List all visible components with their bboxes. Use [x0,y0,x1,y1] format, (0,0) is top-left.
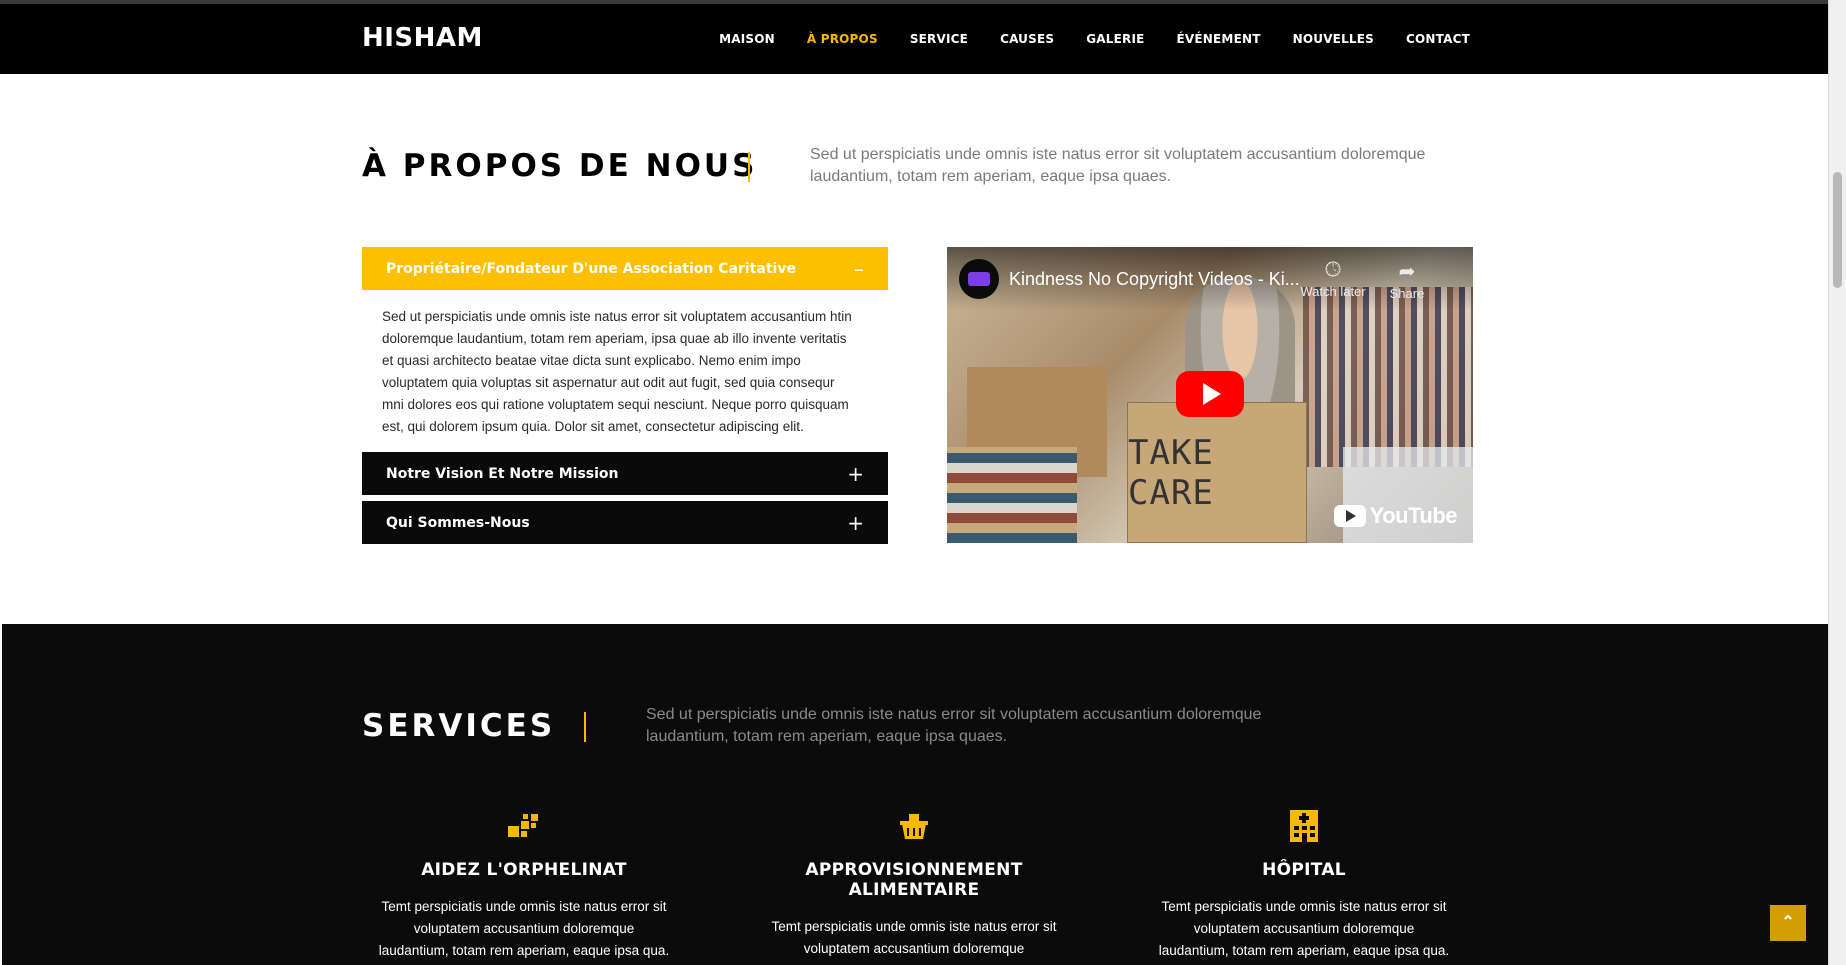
accordion-title: Qui Sommes-Nous [386,514,530,531]
play-icon [1203,383,1221,405]
nav-item-contact[interactable]: CONTACT [1406,32,1470,46]
expand-icon[interactable]: + [847,464,864,484]
site-logo[interactable]: HISHAM [362,23,483,53]
hospital-icon [1290,810,1318,842]
service-card-orphanage: AIDEZ L'ORPHELINAT Temt perspiciatis und… [364,806,684,962]
accordion-header-vision[interactable]: Notre Vision Et Notre Mission + [362,452,888,495]
food-basket-icon [900,814,928,839]
video-embed[interactable]: TAKE CARE Kindness No Copyright Videos -… [947,247,1473,543]
service-title: APPROVISIONNEMENT ALIMENTAIRE [805,860,1023,900]
accordion-item-who: Qui Sommes-Nous + [362,501,888,544]
clock-icon: 🕓︎ [1325,259,1341,281]
service-card-food: APPROVISIONNEMENT ALIMENTAIRE Temt persp… [754,806,1074,965]
service-text: Temt perspiciatis unde omnis iste natus … [1158,899,1450,958]
accordion-title: Propriétaire/Fondateur D'une Association… [386,260,796,277]
share-icon: ➦ [1398,261,1416,283]
main-nav: MAISON À PROPOS SERVICE CAUSES GALERIE É… [687,32,1470,46]
about-lead: Sed ut perspiciatis unde omnis iste natu… [810,146,1426,185]
accordion-header-founder[interactable]: Propriétaire/Fondateur D'une Association… [362,247,888,290]
nav-item-a-propos[interactable]: À PROPOS [807,32,878,46]
accordion-body: Sed ut perspiciatis unde omnis iste natu… [382,309,852,434]
accordion-item-vision: Notre Vision Et Notre Mission + [362,452,888,495]
channel-avatar[interactable] [959,259,999,299]
nav-item-evenement[interactable]: ÉVÉNEMENT [1177,32,1261,46]
service-card-hospital: HÔPITAL Temt perspiciatis unde omnis ist… [1144,806,1464,962]
accordion-item-founder: Propriétaire/Fondateur D'une Association… [362,247,888,452]
accordion-title: Notre Vision Et Notre Mission [386,465,619,482]
video-title[interactable]: Kindness No Copyright Videos - Ki... [1009,269,1300,290]
share-label: Share [1389,286,1425,301]
youtube-logo[interactable]: YouTube [1333,503,1458,529]
back-to-top-button[interactable]: ⌃ [1770,905,1806,941]
watch-later-button[interactable]: 🕓︎ Watch later [1293,259,1373,299]
play-button[interactable] [1176,371,1244,417]
page: HISHAM MAISON À PROPOS SERVICE CAUSES GA… [0,0,1846,965]
collapse-icon[interactable]: – [854,259,864,279]
chevron-up-icon: ⌃ [1781,914,1795,931]
services-lead: Sed ut perspiciatis unde omnis iste natu… [646,706,1262,745]
video-scene-clothes-pile [947,447,1077,543]
services-title: SERVICES [362,708,556,744]
youtube-icon [1333,505,1366,527]
expand-icon[interactable]: + [847,513,864,533]
about-section: À PROPOS DE NOUS Sed ut perspiciatis und… [2,74,1828,624]
title-divider [584,712,586,742]
service-title: AIDEZ L'ORPHELINAT [421,860,627,880]
nav-item-maison[interactable]: MAISON [719,32,775,46]
channel-logo-icon [968,272,990,286]
share-button[interactable]: ➦ Share [1367,259,1447,301]
services-section: SERVICES Sed ut perspiciatis unde omnis … [2,624,1828,965]
service-title: HÔPITAL [1262,860,1346,880]
video-scene-sign: TAKE CARE [1127,402,1307,543]
nav-item-galerie[interactable]: GALERIE [1086,32,1144,46]
nav-item-service[interactable]: SERVICE [910,32,968,46]
orphanage-icon [508,814,538,837]
accordion-header-who[interactable]: Qui Sommes-Nous + [362,501,888,544]
service-text: Temt perspiciatis unde omnis iste natus … [769,919,1059,965]
youtube-wordmark: YouTube [1369,503,1458,528]
page-scrollbar[interactable] [1828,0,1846,965]
video-scene-clothes-rack [1303,287,1473,467]
about-title: À PROPOS DE NOUS [362,148,758,184]
sign-text: TAKE CARE [1128,432,1214,513]
title-divider [748,152,750,182]
scrollbar-thumb[interactable] [1833,172,1842,288]
service-text: Temt perspiciatis unde omnis iste natus … [378,899,670,958]
nav-item-nouvelles[interactable]: NOUVELLES [1293,32,1374,46]
site-header: HISHAM MAISON À PROPOS SERVICE CAUSES GA… [0,4,1828,74]
nav-item-causes[interactable]: CAUSES [1000,32,1054,46]
watch-later-label: Watch later [1300,284,1366,299]
